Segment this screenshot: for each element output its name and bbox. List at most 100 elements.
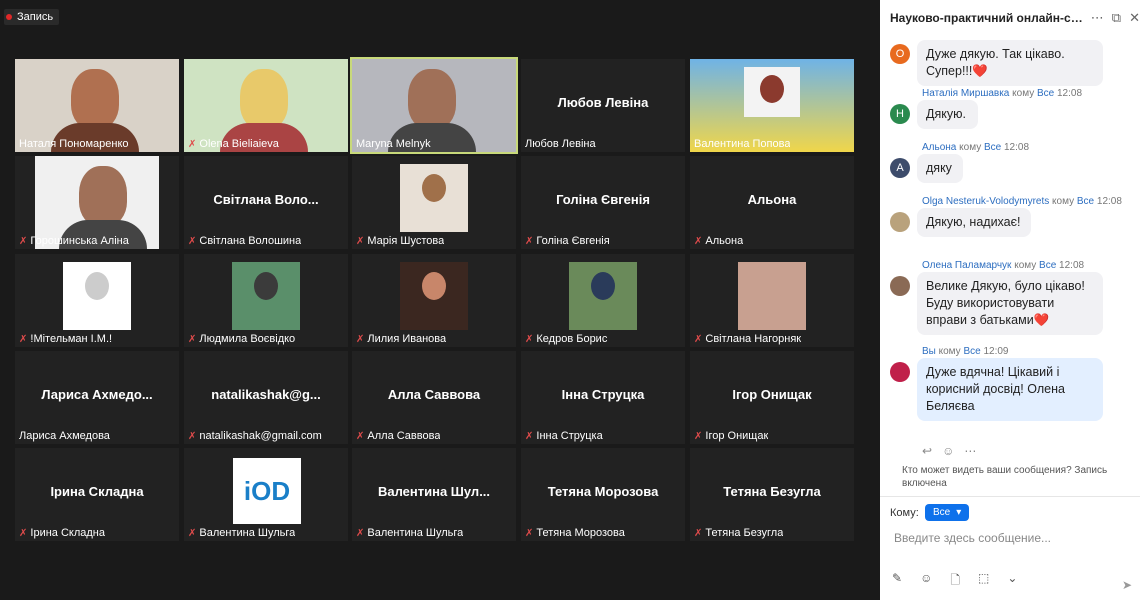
participant-tile[interactable]: ✗ Марія Шустова — [352, 156, 516, 249]
more-icon[interactable]: ⋯ — [1091, 10, 1104, 26]
participant-tile[interactable]: Валентина Шул... ✗ Валентина Шульга — [352, 448, 516, 541]
screenshot-icon[interactable]: ⬚ — [978, 571, 989, 592]
participant-tile[interactable]: Наталя Пономаренко — [15, 59, 179, 152]
participant-tile[interactable]: ✗ Людмила Воєвідко — [184, 254, 348, 347]
recipient-dropdown[interactable]: Все ▾ — [925, 504, 970, 521]
sender-name[interactable]: Вы — [922, 346, 936, 357]
format-icon[interactable]: ✎ — [892, 571, 902, 592]
message-time: 12:08 — [1001, 142, 1030, 153]
participant-tile[interactable]: iOD ✗ Валентина Шульга — [184, 448, 348, 541]
participant-name-label: Наталя Пономаренко — [19, 138, 129, 150]
participant-name: Наталя Пономаренко — [19, 138, 129, 150]
sender-name[interactable]: Олена Паламарчук — [922, 260, 1011, 271]
muted-mic-icon: ✗ — [19, 235, 28, 247]
message-meta: Вы кому Все 12:09 — [922, 346, 1009, 357]
participant-name-label: ✗ Ірина Складна — [19, 527, 105, 539]
message-meta: Олена Паламарчук кому Все 12:08 — [922, 260, 1084, 271]
recipient-everyone[interactable]: Все — [963, 346, 980, 357]
message-input[interactable]: Введите здесь сообщение... — [894, 531, 1051, 545]
profile-picture — [63, 262, 131, 330]
face-shape — [422, 174, 446, 203]
chat-panel: Науково-практичний онлайн-се... ⋯ ⧉ ✕ OД… — [880, 0, 1140, 600]
participant-display-name: Голіна Євгенія — [556, 192, 650, 207]
participant-tile[interactable]: Альона ✗ Альона — [690, 156, 854, 249]
face-shape — [254, 272, 278, 301]
sender-avatar[interactable]: А — [890, 158, 910, 178]
logo-image: iOD — [233, 458, 301, 524]
participant-tile[interactable]: ✗ Світлана Нагорняк — [690, 254, 854, 347]
face-shape — [85, 272, 109, 301]
participant-display-name: Валентина Шул... — [377, 484, 491, 499]
participant-tile[interactable]: Maryna Melnyk — [350, 57, 518, 154]
more-icon[interactable]: ⋯ — [964, 444, 976, 458]
face-shape — [422, 272, 446, 301]
participant-tile[interactable]: Лариса Ахмедо... Лариса Ахмедова — [15, 351, 179, 444]
recipient-everyone[interactable]: Все — [1037, 88, 1054, 99]
participant-name: Людмила Воєвідко — [199, 333, 296, 345]
sender-name[interactable]: Olga Nesteruk-Volodymyrets — [922, 196, 1049, 207]
participant-display-name: Інна Струцка — [561, 387, 645, 402]
to-label: Кому: — [890, 507, 919, 519]
send-icon[interactable]: ➤ — [1122, 578, 1132, 592]
participant-tile[interactable]: ✗ !Мітельман І.М.! — [15, 254, 179, 347]
chat-header: Науково-практичний онлайн-се... ⋯ ⧉ ✕ — [880, 0, 1140, 36]
participant-tile[interactable]: ✗ Olena Bieliaieva — [184, 59, 348, 152]
sender-avatar[interactable]: O — [890, 44, 910, 64]
recipient-everyone[interactable]: Все — [1039, 260, 1056, 271]
participant-tile[interactable]: Тетяна Морозова ✗ Тетяна Морозова — [521, 448, 685, 541]
popout-icon[interactable]: ⧉ — [1112, 10, 1121, 26]
recipient-everyone[interactable]: Все — [984, 142, 1001, 153]
participant-tile[interactable]: natalikashak@g... ✗ natalikashak@gmail.com — [184, 351, 348, 444]
participant-name-label: ✗ Ігор Онищак — [694, 430, 768, 442]
to-word: кому — [1009, 88, 1037, 99]
message-meta: Наталія Миршавка кому Все 12:08 — [922, 88, 1082, 99]
message-bubble[interactable]: дяку — [917, 154, 963, 183]
muted-mic-icon: ✗ — [694, 235, 703, 247]
person-silhouette — [240, 69, 288, 129]
participant-tile[interactable]: Любов Левіна Любов Левіна — [521, 59, 685, 152]
gallery-view: Запись Наталя Пономаренко ✗ Olena Bieliaie… — [0, 0, 880, 600]
sender-name[interactable]: Наталія Миршавка — [922, 88, 1009, 99]
emoji-react-icon[interactable]: ☺ — [942, 444, 954, 458]
message-bubble[interactable]: Дякую, надихає! — [917, 208, 1031, 237]
chevron-down-icon[interactable]: ⌄ — [1007, 571, 1017, 592]
reply-icon[interactable]: ↩ — [922, 444, 932, 458]
participant-tile[interactable]: ✗ Лилия Иванова — [352, 254, 516, 347]
sender-name[interactable]: Альона — [922, 142, 956, 153]
person-silhouette — [79, 166, 127, 226]
participant-tile[interactable]: ✗ Горошинська Аліна — [15, 156, 179, 249]
sender-avatar[interactable] — [890, 212, 910, 232]
participant-name-label: ✗ Кедров Борис — [525, 333, 607, 345]
participant-name-label: ✗ Горошинська Аліна — [19, 235, 129, 247]
emoji-icon[interactable]: ☺ — [920, 571, 932, 592]
person-silhouette — [71, 69, 119, 129]
sender-avatar[interactable] — [890, 276, 910, 296]
participant-tile[interactable]: Ігор Онищак ✗ Ігор Онищак — [690, 351, 854, 444]
participant-tile[interactable]: ✗ Кедров Борис — [521, 254, 685, 347]
message-bubble[interactable]: Велике Дякую, було цікаво! Буду використ… — [917, 272, 1103, 335]
message-bubble[interactable]: Дуже дякую. Так цікаво. Супер!!!❤️ — [917, 40, 1103, 86]
participant-tile[interactable]: Ірина Складна ✗ Ірина Складна — [15, 448, 179, 541]
participant-name: Голіна Євгенія — [536, 235, 610, 247]
message-bubble[interactable]: Дякую. — [917, 100, 978, 129]
file-icon[interactable]: 🗋 — [950, 571, 960, 592]
participant-tile[interactable]: Голіна Євгенія ✗ Голіна Євгенія — [521, 156, 685, 249]
sender-avatar[interactable] — [890, 362, 910, 382]
participant-name-label: ✗ Olena Bieliaieva — [188, 138, 279, 150]
participant-tile[interactable]: Світлана Воло... ✗ Світлана Волошина — [184, 156, 348, 249]
participant-name: Ірина Складна — [30, 527, 105, 539]
participant-name-label: ✗ Світлана Волошина — [188, 235, 301, 247]
participant-name-label: ✗ Тетяна Безугла — [694, 527, 783, 539]
participant-tile[interactable]: Інна Струцка ✗ Інна Струцка — [521, 351, 685, 444]
participant-tile[interactable]: Валентина Попова — [690, 59, 854, 152]
recording-indicator[interactable]: Запись — [4, 9, 60, 25]
message-bubble[interactable]: Дуже вдячна! Цікавий і корисний досвід! … — [917, 358, 1103, 421]
who-can-see-link[interactable]: Кто может видеть ваши сообщения? Запись … — [902, 464, 1132, 490]
recipient-everyone[interactable]: Все — [1077, 196, 1094, 207]
sender-avatar[interactable]: Н — [890, 104, 910, 124]
close-icon[interactable]: ✕ — [1129, 10, 1140, 26]
participant-tile[interactable]: Алла Саввова ✗ Алла Саввова — [352, 351, 516, 444]
participant-display-name: natalikashak@g... — [211, 387, 321, 402]
participant-name: Світлана Волошина — [199, 235, 302, 247]
participant-tile[interactable]: Тетяна Безугла ✗ Тетяна Безугла — [690, 448, 854, 541]
